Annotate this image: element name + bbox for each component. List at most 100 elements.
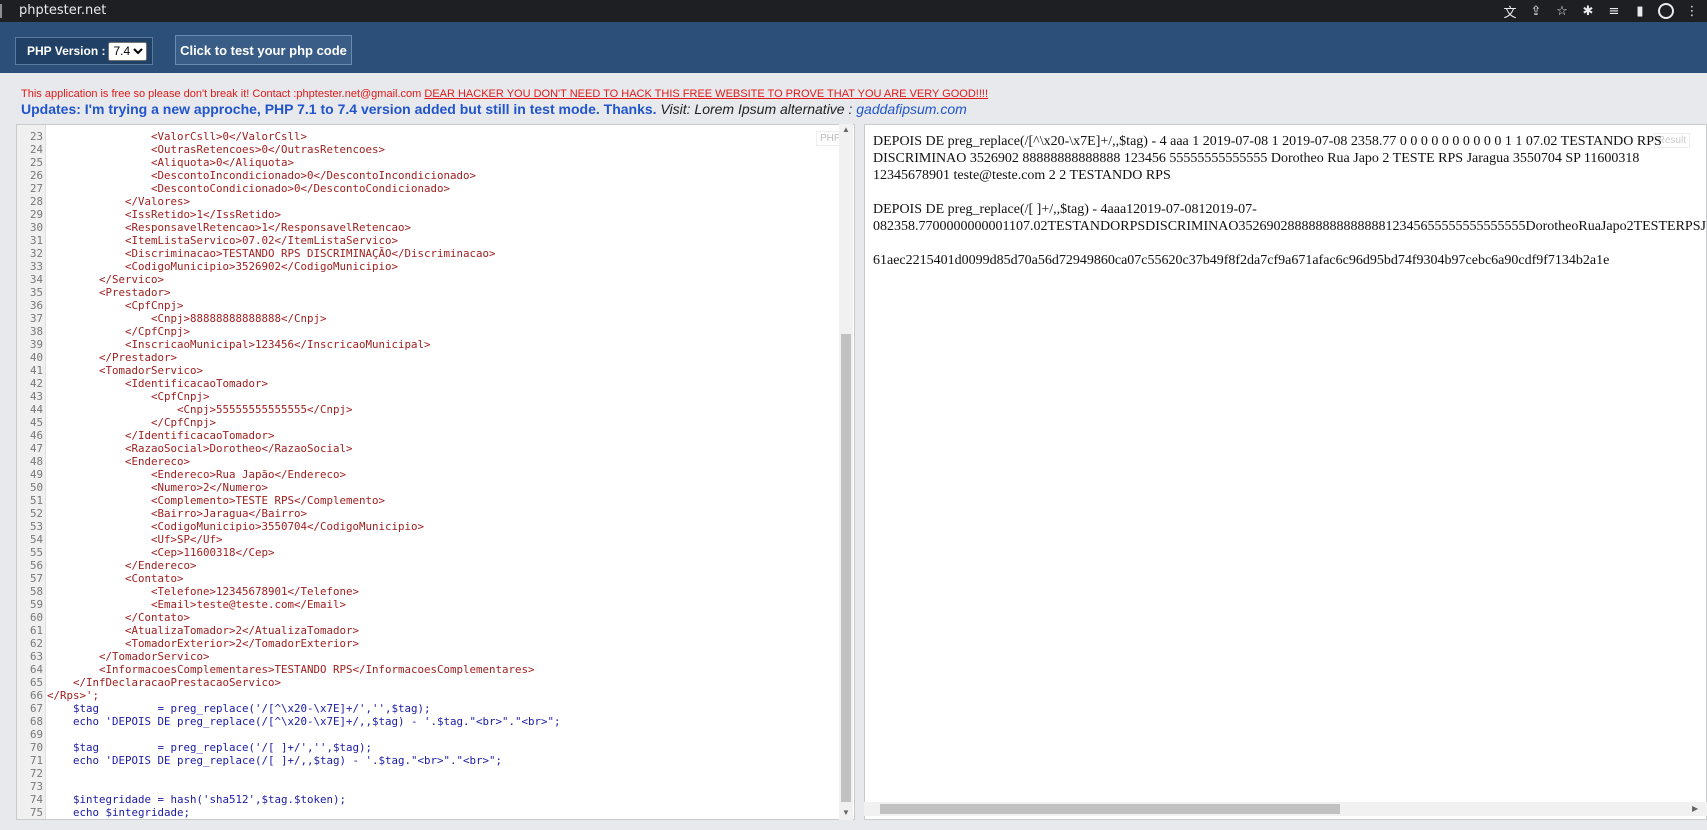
code-line[interactable]: 28 </Valores> [17, 195, 837, 208]
line-number: 71 [29, 754, 43, 767]
line-number: 49 [29, 468, 43, 481]
code-line[interactable]: 32 <Discriminacao>TESTANDO RPS DISCRIMIN… [17, 247, 837, 260]
code-line[interactable]: 42 <IdentificacaoTomador> [17, 377, 837, 390]
code-line[interactable]: 64 <InformacoesComplementares>TESTANDO R… [17, 663, 837, 676]
code-line[interactable]: 67 $tag = preg_replace('/[^\x20-\x7E]+/'… [17, 702, 837, 715]
line-number: 61 [29, 624, 43, 637]
code-line[interactable]: 65 </InfDeclaracaoPrestacaoServico> [17, 676, 837, 689]
line-text: </Prestador> [99, 351, 178, 364]
code-line[interactable]: 74 $integridade = hash('sha512',$tag.$to… [17, 793, 837, 806]
code-line[interactable]: 40 </Prestador> [17, 351, 837, 364]
code-line[interactable]: 48 <Endereco> [17, 455, 837, 468]
line-number: 65 [29, 676, 43, 689]
sidebar-icon[interactable]: ▮ [1631, 2, 1649, 20]
code-line[interactable]: 33 <CodigoMunicipio>3526902</CodigoMunic… [17, 260, 837, 273]
code-line[interactable]: 69 [17, 728, 837, 741]
result-horizontal-scrollbar[interactable]: ▶ [864, 802, 1707, 816]
code-line[interactable]: 73 [17, 780, 837, 793]
browser-titlebar: phptester.net 文 ⇪ ☆ ✱ ≡ ▮ ⋮ [0, 0, 1707, 22]
code-line[interactable]: 49 <Endereco>Rua Japão</Endereco> [17, 468, 837, 481]
result-block-2-line-1: DEPOIS DE preg_replace(/[ ]+/,,$tag) - 4… [873, 202, 1257, 217]
code-line[interactable]: 72 [17, 767, 837, 780]
code-line[interactable]: 25 <Aliquota>0</Aliquota> [17, 156, 837, 169]
code-line[interactable]: 59 <Email>teste@teste.com</Email> [17, 598, 837, 611]
code-line[interactable]: 50 <Numero>2</Numero> [17, 481, 837, 494]
code-line[interactable]: 27 <DescontoCondicionado>0</DescontoCond… [17, 182, 837, 195]
code-line[interactable]: 56 </Endereco> [17, 559, 837, 572]
bookmark-star-icon[interactable]: ☆ [1553, 2, 1571, 20]
code-line[interactable]: 44 <Cnpj>55555555555555</Cnpj> [17, 403, 837, 416]
code-line[interactable]: 66 </Rps>'; [17, 689, 837, 702]
code-line[interactable]: 63 </TomadorServico> [17, 650, 837, 663]
line-number: 42 [29, 377, 43, 390]
code-line[interactable]: 38 </CpfCnpj> [17, 325, 837, 338]
code-line[interactable]: 35 <Prestador> [17, 286, 837, 299]
line-number: 30 [29, 221, 43, 234]
menu-icon[interactable]: ⋮ [1683, 2, 1701, 20]
scroll-up-arrow-icon[interactable]: ▲ [842, 125, 850, 134]
share-icon[interactable]: ⇪ [1527, 2, 1545, 20]
code-line[interactable]: 29 <IssRetido>1</IssRetido> [17, 208, 837, 221]
code-line[interactable]: 30 <ResponsavelRetencao>1</ResponsavelRe… [17, 221, 837, 234]
editor-scroll-thumb[interactable] [841, 334, 851, 802]
code-editor[interactable]: 23 <ValorCsll>0</ValorCsll> 24 <OutrasRet… [16, 124, 855, 820]
code-line[interactable]: 36 <CpfCnpj> [17, 299, 837, 312]
code-line[interactable]: 41 <TomadorServico> [17, 364, 837, 377]
code-line[interactable]: 26 <DescontoIncondicionado>0</DescontoIn… [17, 169, 837, 182]
extensions-icon[interactable]: ✱ [1579, 2, 1597, 20]
code-line[interactable]: 52 <Bairro>Jaragua</Bairro> [17, 507, 837, 520]
code-line[interactable]: 23 <ValorCsll>0</ValorCsll> [17, 130, 837, 143]
code-line[interactable]: 54 <Uf>SP</Uf> [17, 533, 837, 546]
line-text: <CpfCnpj> [125, 299, 184, 312]
code-line[interactable]: 68 echo 'DEPOIS DE preg_replace(/[^\x20-… [17, 715, 837, 728]
result-scroll-thumb[interactable] [880, 804, 1340, 814]
hacker-link[interactable]: DEAR HACKER YOU DON'T NEED TO HACK THIS … [424, 88, 988, 100]
code-line[interactable]: 55 <Cep>11600318</Cep> [17, 546, 837, 559]
test-php-button[interactable]: Click to test your php code [175, 35, 352, 65]
code-line[interactable]: 24 <OutrasRetencoes>0</OutrasRetencoes> [17, 143, 837, 156]
gaddafipsum-link[interactable]: gaddafipsum.com [856, 101, 967, 117]
line-number: 36 [29, 299, 43, 312]
code-line[interactable]: 47 <RazaoSocial>Dorotheo</RazaoSocial> [17, 442, 837, 455]
updates-text: Updates: I'm trying a new approche, PHP … [21, 101, 657, 117]
line-text: echo $integridade; [73, 806, 191, 819]
code-line[interactable]: 70 $tag = preg_replace('/[ ]+/','',$tag)… [17, 741, 837, 754]
code-line[interactable]: 53 <CodigoMunicipio>3550704</CodigoMunic… [17, 520, 837, 533]
code-line[interactable]: 39 <InscricaoMunicipal>123456</Inscricao… [17, 338, 837, 351]
code-line[interactable]: 61 <AtualizaTomador>2</AtualizaTomador> [17, 624, 837, 637]
profile-icon[interactable] [1657, 2, 1675, 20]
code-line[interactable]: 37 <Cnpj>88888888888888</Cnpj> [17, 312, 837, 325]
code-line[interactable]: 75 echo $integridade; [17, 806, 837, 819]
code-line[interactable]: 45 </CpfCnpj> [17, 416, 837, 429]
code-line[interactable]: 51 <Complemento>TESTE RPS</Complemento> [17, 494, 837, 507]
code-lines[interactable]: 23 <ValorCsll>0</ValorCsll> 24 <OutrasRet… [17, 130, 837, 819]
line-text: <Email>teste@teste.com</Email> [151, 598, 347, 611]
code-line[interactable]: 62 <TomadorExterior>2</TomadorExterior> [17, 637, 837, 650]
code-line[interactable]: 46 </IdentificacaoTomador> [17, 429, 837, 442]
code-line[interactable]: 31 <ItemListaServico>07.02</ItemListaSer… [17, 234, 837, 247]
editor-vertical-scrollbar[interactable]: ▲ ▼ [839, 124, 853, 820]
translate-icon[interactable]: 文 [1501, 2, 1519, 21]
code-line[interactable]: 34 </Servico> [17, 273, 837, 286]
php-version-select[interactable]: 7.4 [108, 41, 148, 61]
media-playlist-icon[interactable]: ≡ [1605, 2, 1623, 20]
line-number: 41 [29, 364, 43, 377]
address-bar[interactable]: phptester.net [19, 3, 106, 18]
code-line[interactable]: 60 </Contato> [17, 611, 837, 624]
line-text: </TomadorServico> [99, 650, 210, 663]
code-line[interactable]: 57 <Contato> [17, 572, 837, 585]
code-line[interactable]: 43 <CpfCnpj> [17, 390, 837, 403]
line-text: <Numero>2</Numero> [151, 481, 269, 494]
scroll-down-arrow-icon[interactable]: ▼ [842, 808, 850, 817]
code-line[interactable]: 58 <Telefone>12345678901</Telefone> [17, 585, 837, 598]
scroll-right-arrow-icon[interactable]: ▶ [1692, 804, 1698, 813]
code-line[interactable]: 71 echo 'DEPOIS DE preg_replace(/[ ]+/,,… [17, 754, 837, 767]
